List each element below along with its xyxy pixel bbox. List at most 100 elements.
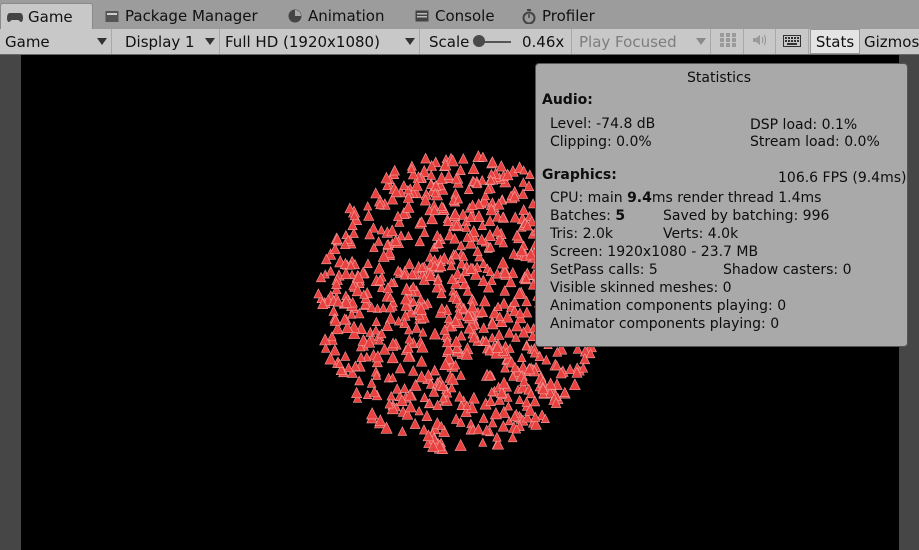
package-icon <box>104 9 120 23</box>
particle-sprite <box>404 257 415 269</box>
scale-slider-thumb[interactable] <box>472 35 485 47</box>
particle-sprite <box>515 394 525 404</box>
game-view-toolbar: Game Display 1 Full HD (1920x1080) Scale… <box>0 29 919 55</box>
graphics-header: Graphics: <box>542 167 617 183</box>
particle-sprite <box>402 200 415 213</box>
particle-sprite <box>313 288 324 299</box>
tab-label: Animation <box>308 7 385 25</box>
particle-sprite <box>366 407 379 420</box>
particle-sprite <box>370 187 382 199</box>
particle-sprite <box>371 325 381 335</box>
particle-sprite <box>414 406 424 416</box>
particle-sprite <box>443 313 454 324</box>
tab-label: Profiler <box>542 7 595 25</box>
batches-value: 5 <box>615 208 626 224</box>
display-dropdown-label: Display 1 <box>125 32 195 51</box>
grid-icon <box>719 32 736 51</box>
console-icon <box>414 9 430 23</box>
gamepad-icon <box>7 10 23 24</box>
tab-label: Package Manager <box>125 7 258 25</box>
tab-animation[interactable]: Animation <box>281 3 401 29</box>
particle-sprite <box>404 400 417 413</box>
display-dropdown[interactable]: Display 1 <box>118 29 220 54</box>
particle-sprite <box>419 392 430 403</box>
audio-clipping: Clipping: 0.0% <box>550 134 652 150</box>
animator-components: Animator components playing: 0 <box>550 316 780 332</box>
particle-sprite <box>498 376 510 389</box>
particle-sprite <box>478 294 491 307</box>
particle-sprite <box>429 327 441 340</box>
particle-sprite <box>455 164 466 176</box>
scale-label: Scale <box>429 32 470 51</box>
particle-sprite <box>478 437 488 447</box>
particle-sprite <box>371 316 381 326</box>
saved-by-batching: Saved by batching: 996 <box>663 208 830 224</box>
tab-console[interactable]: Console <box>408 3 512 29</box>
particle-sprite <box>517 352 527 362</box>
tab-game[interactable]: Game <box>0 3 93 29</box>
tab-profiler[interactable]: Profiler <box>515 3 615 29</box>
particle-sprite <box>399 383 410 393</box>
stream-load: Stream load: 0.0% <box>750 134 880 150</box>
mute-audio-button[interactable] <box>744 29 776 54</box>
particle-sprite <box>404 333 415 344</box>
particle-sprite <box>394 362 406 374</box>
particle-sprite <box>503 401 513 411</box>
dsp-load: DSP load: 0.1% <box>750 117 858 133</box>
shadow-casters: Shadow casters: 0 <box>723 262 852 278</box>
screen-info: Screen: 1920x1080 - 23.7 MB <box>550 244 759 260</box>
gizmos-label: Gizmos <box>864 32 919 51</box>
editor-tab-bar: Game Package Manager Animation Console P… <box>0 0 919 30</box>
particle-sprite <box>414 235 425 247</box>
audio-level: Level: -74.8 dB <box>550 116 656 132</box>
particle-sprite <box>415 355 428 367</box>
particle-sprite <box>373 261 386 274</box>
stats-title: Statistics <box>687 70 751 86</box>
particle-sprite <box>421 410 433 421</box>
particle-sprite <box>443 170 454 181</box>
animation-components: Animation components playing: 0 <box>550 298 787 314</box>
particle-sprite <box>458 153 469 164</box>
particle-sprite <box>509 211 521 223</box>
particle-sprite <box>363 258 373 268</box>
fps-readout: 106.6 FPS (9.4ms) <box>778 170 907 186</box>
particle-sprite <box>467 162 480 174</box>
verts-count: Verts: 4.0k <box>663 226 739 242</box>
tab-package-manager[interactable]: Package Manager <box>98 3 278 29</box>
play-mode-dropdown[interactable]: Play Focused <box>574 29 711 54</box>
stats-toggle-button[interactable]: Stats <box>810 29 860 54</box>
particle-sprite <box>325 265 336 276</box>
particle-sprite <box>518 177 529 187</box>
statistics-panel: Statistics Audio: Level: -74.8 dB DSP lo… <box>535 63 908 347</box>
particle-sprite <box>419 227 430 237</box>
particle-sprite <box>495 160 507 172</box>
batches: Batches: 5 <box>550 208 625 224</box>
particle-sprite <box>455 369 466 380</box>
particle-sprite <box>363 209 375 221</box>
cpu-prefix: CPU: main <box>550 190 628 206</box>
particle-sprite <box>366 378 377 388</box>
gizmos-dropdown[interactable]: Gizmos <box>861 29 919 54</box>
particle-sprite <box>343 362 354 373</box>
chevron-down-icon <box>97 38 107 45</box>
particle-sprite <box>507 432 518 443</box>
particle-sprite <box>374 236 384 246</box>
frame-debugger-button[interactable] <box>712 29 744 54</box>
particle-sprite <box>478 322 489 333</box>
particle-sprite <box>446 382 457 393</box>
particle-sprite <box>408 365 419 376</box>
scale-slider-group: Scale 0.46x <box>420 29 572 54</box>
particle-sprite <box>454 438 467 451</box>
keyboard-shortcut-button[interactable] <box>776 29 809 54</box>
resolution-dropdown[interactable]: Full HD (1920x1080) <box>220 29 420 54</box>
view-dropdown[interactable]: Game <box>0 29 112 54</box>
chevron-down-icon <box>205 38 215 45</box>
particle-sprite <box>492 431 502 442</box>
particle-sprite <box>499 285 510 296</box>
keyboard-icon <box>783 33 801 51</box>
particle-sprite <box>493 329 505 340</box>
skinned-meshes: Visible skinned meshes: 0 <box>550 280 732 296</box>
particle-sprite <box>411 322 422 333</box>
cpu-main-value: 9.4 <box>627 190 652 206</box>
speaker-icon <box>752 33 768 51</box>
